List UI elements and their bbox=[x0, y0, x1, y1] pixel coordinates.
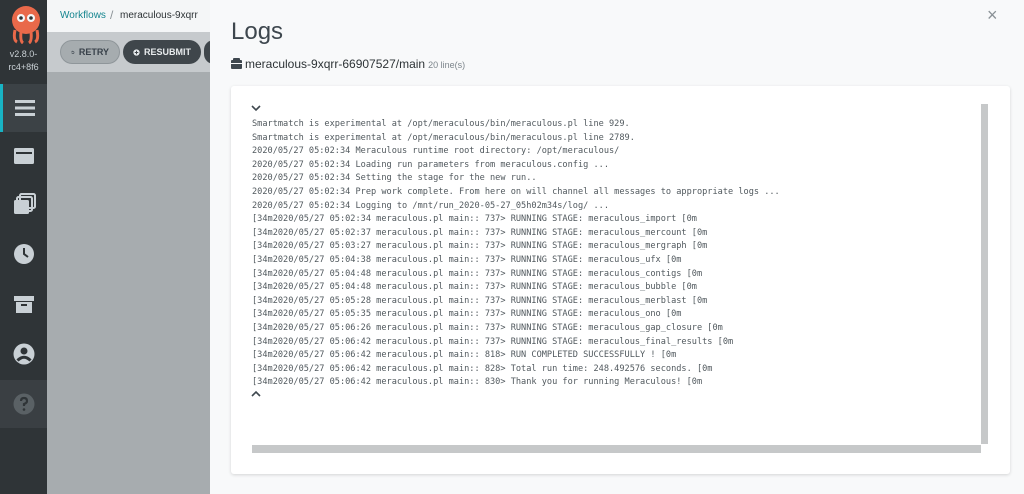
close-icon[interactable]: × bbox=[987, 6, 998, 24]
breadcrumb: Workflows / meraculous-9xqrr bbox=[47, 0, 210, 32]
log-line: 2020/05/27 05:02:34 Setting the stage fo… bbox=[252, 173, 537, 184]
log-line: [34m2020/05/27 05:06:42 meraculous.pl ma… bbox=[252, 377, 703, 388]
vertical-scrollbar[interactable] bbox=[981, 104, 988, 444]
chevron-up-icon[interactable] bbox=[250, 388, 262, 402]
workflow-templates-icon bbox=[13, 148, 34, 164]
log-line: 2020/05/27 05:02:34 Prep work complete. … bbox=[252, 186, 780, 197]
nav-item-help[interactable] bbox=[0, 380, 47, 428]
log-line: [34m2020/05/27 05:04:38 meraculous.pl ma… bbox=[252, 254, 682, 265]
breadcrumb-separator: / bbox=[110, 8, 114, 22]
breadcrumb-current: meraculous-9xqrr bbox=[120, 10, 198, 21]
nav-item-workflows[interactable] bbox=[0, 84, 47, 132]
log-line: [34m2020/05/27 05:06:42 meraculous.pl ma… bbox=[252, 350, 677, 361]
horizontal-scrollbar[interactable] bbox=[252, 445, 981, 453]
side-nav: v2.8.0-rc4+8f6 bbox=[0, 0, 47, 494]
log-line: [34m2020/05/27 05:05:28 meraculous.pl ma… bbox=[252, 295, 708, 306]
retry-icon bbox=[71, 50, 75, 54]
nav-item-workflow-templates[interactable] bbox=[0, 132, 47, 180]
log-line: [34m2020/05/27 05:02:37 meraculous.pl ma… bbox=[252, 227, 708, 238]
log-line: [34m2020/05/27 05:06:42 meraculous.pl ma… bbox=[252, 363, 713, 374]
log-lines: Smartmatch is experimental at /opt/merac… bbox=[252, 118, 977, 390]
cluster-templates-icon bbox=[13, 193, 36, 214]
argo-logo-icon[interactable] bbox=[9, 4, 43, 45]
log-line: 2020/05/27 05:02:34 Loading run paramete… bbox=[252, 159, 609, 170]
page-title: Logs bbox=[231, 18, 284, 45]
log-line: [34m2020/05/27 05:06:42 meraculous.pl ma… bbox=[252, 336, 734, 347]
cron-icon bbox=[13, 244, 34, 264]
nav-item-cron-workflows[interactable] bbox=[0, 230, 47, 278]
retry-label: RETRY bbox=[78, 47, 109, 57]
resubmit-label: RESUBMIT bbox=[144, 47, 191, 57]
log-line: Smartmatch is experimental at /opt/merac… bbox=[252, 132, 635, 143]
log-line: [34m2020/05/27 05:02:34 meraculous.pl ma… bbox=[252, 214, 697, 225]
log-line: [34m2020/05/27 05:04:48 meraculous.pl ma… bbox=[252, 282, 697, 293]
archive-icon bbox=[13, 296, 34, 313]
nav-item-cluster-templates[interactable] bbox=[0, 180, 47, 228]
chevron-down-icon[interactable] bbox=[250, 102, 262, 116]
log-line: [34m2020/05/27 05:03:27 meraculous.pl ma… bbox=[252, 241, 708, 252]
log-line: 2020/05/27 05:02:34 Logging to /mnt/run_… bbox=[252, 200, 609, 211]
nav-item-user[interactable] bbox=[0, 330, 47, 378]
timeline-icon bbox=[15, 100, 35, 116]
container-icon bbox=[231, 58, 242, 69]
workflow-page: Workflows / meraculous-9xqrr RETRY RESUB… bbox=[47, 0, 224, 494]
retry-button[interactable]: RETRY bbox=[60, 40, 120, 64]
version-label: v2.8.0-rc4+8f6 bbox=[8, 49, 39, 72]
node-name: meraculous-9xqrr-66907527/main bbox=[245, 57, 426, 71]
workflow-toolbar: RETRY RESUBMIT bbox=[47, 32, 224, 72]
user-icon bbox=[13, 343, 34, 365]
breadcrumb-workflows-link[interactable]: Workflows bbox=[60, 10, 106, 21]
node-info: meraculous-9xqrr-66907527/main 20 line(s… bbox=[231, 57, 465, 71]
plus-circle-icon bbox=[133, 48, 140, 56]
help-icon bbox=[13, 393, 34, 415]
resubmit-button[interactable]: RESUBMIT bbox=[123, 40, 201, 64]
log-line: [34m2020/05/27 05:05:35 meraculous.pl ma… bbox=[252, 309, 682, 320]
log-line: Smartmatch is experimental at /opt/merac… bbox=[252, 119, 630, 129]
line-count: 20 line(s) bbox=[428, 60, 466, 70]
log-line: [34m2020/05/27 05:06:26 meraculous.pl ma… bbox=[252, 322, 723, 333]
log-line: 2020/05/27 05:02:34 Meraculous runtime r… bbox=[252, 146, 620, 157]
nav-item-archived-workflows[interactable] bbox=[0, 280, 47, 328]
log-line: [34m2020/05/27 05:04:48 meraculous.pl ma… bbox=[252, 268, 703, 279]
